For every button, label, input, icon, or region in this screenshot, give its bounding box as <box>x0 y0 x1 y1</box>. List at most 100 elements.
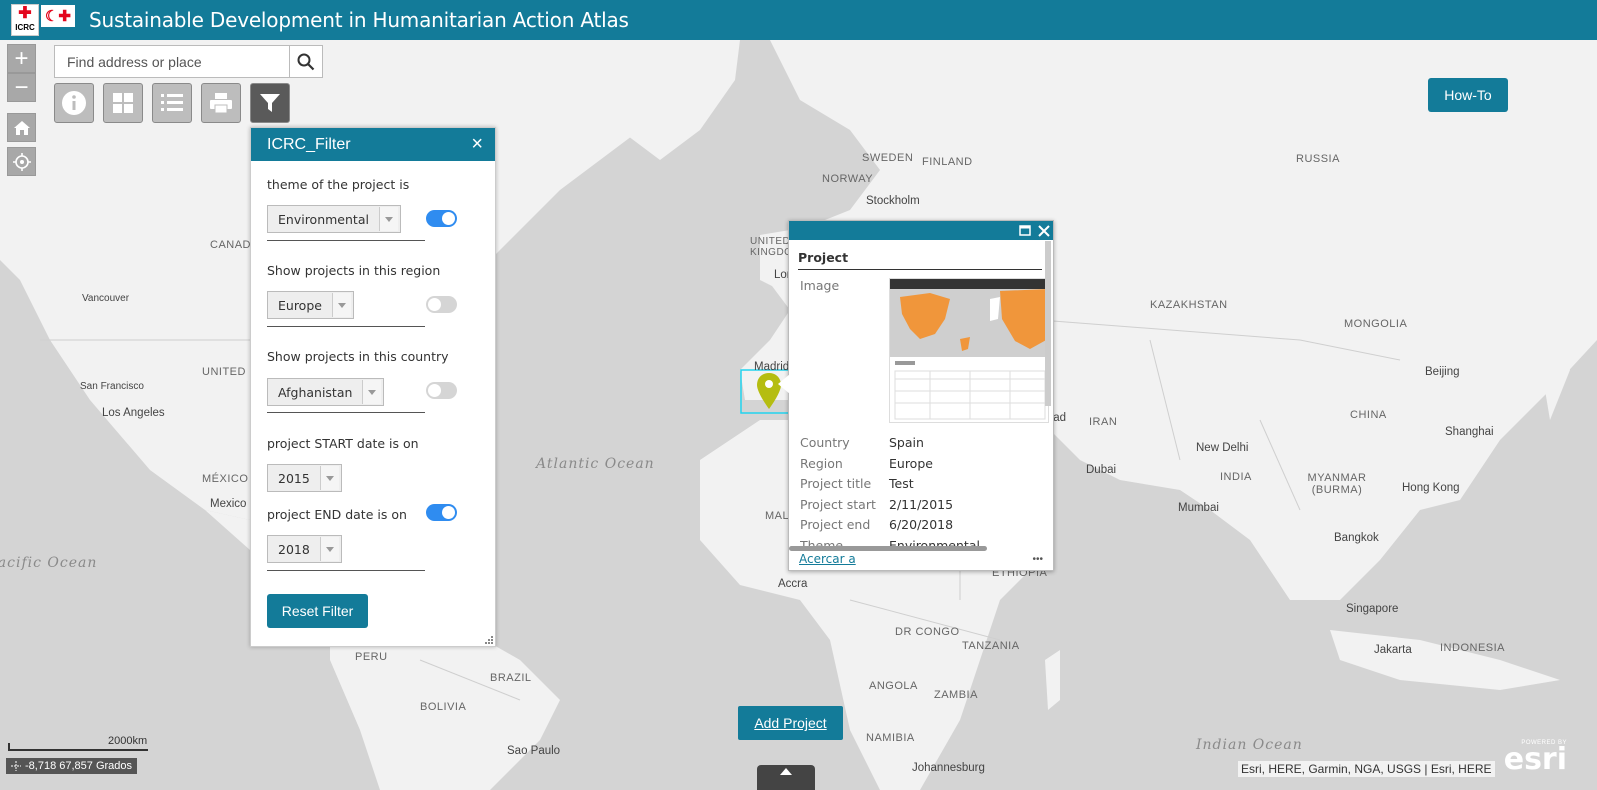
map-label-country: TANZANIA <box>962 640 1020 652</box>
theme-toggle[interactable] <box>426 210 457 227</box>
map-label-country: NORWAY <box>822 173 874 185</box>
add-project-button[interactable]: Add Project <box>738 706 843 740</box>
region-select[interactable]: Europe <box>267 291 354 319</box>
info-icon <box>62 91 86 115</box>
bottom-panel-toggle[interactable] <box>757 765 815 790</box>
map-label-country: KAZAKHSTAN <box>1150 299 1228 311</box>
home-button[interactable] <box>7 113 36 142</box>
reset-filter-button[interactable]: Reset Filter <box>267 594 368 628</box>
basemap-gallery-icon <box>113 93 133 113</box>
layer-list-button[interactable] <box>152 83 192 123</box>
filter-panel-header: ICRC_Filter × <box>251 128 495 161</box>
zoom-to-link[interactable]: Acercar a <box>799 552 856 566</box>
project-thumbnail-image[interactable] <box>889 278 1049 423</box>
map-label-city: Singapore <box>1346 603 1399 615</box>
map-label-country: INDIA <box>1220 471 1252 483</box>
chevron-down-icon <box>319 537 339 561</box>
scale-label: 2000km <box>108 735 148 747</box>
about-button[interactable] <box>54 83 94 123</box>
map-label-country: SWEDEN <box>862 152 914 164</box>
filter-button[interactable] <box>250 83 290 123</box>
map-label-country: RUSSIA <box>1296 153 1340 165</box>
filter-panel-title: ICRC_Filter <box>267 135 351 153</box>
map-label-city: Johannesburg <box>912 762 985 774</box>
map-label-ocean: Pacific Ocean <box>0 555 98 571</box>
divider <box>267 240 425 241</box>
end-year-select[interactable]: 2018 <box>267 535 342 563</box>
map-label-country: IRAN <box>1089 416 1118 428</box>
divider <box>267 412 425 413</box>
country-toggle[interactable] <box>426 382 457 399</box>
chevron-down-icon <box>331 293 351 317</box>
map-label-country: BRAZIL <box>490 672 532 684</box>
close-icon[interactable] <box>1038 224 1050 237</box>
popup-field-start: Project start 2/11/2015 <box>800 497 954 512</box>
divider <box>267 326 425 327</box>
chevron-down-icon <box>378 207 398 231</box>
search-button[interactable] <box>289 46 322 77</box>
coordinates-readout: -8,718 67,857 Grados <box>6 758 138 774</box>
map-label-country: MONGOLIA <box>1344 318 1408 330</box>
zoom-out-button[interactable]: − <box>7 73 36 102</box>
icrc-logo: ✚ ICRC ☾✚ <box>11 4 75 36</box>
map-label-city: Mexico <box>210 498 247 510</box>
maximize-icon[interactable] <box>1019 225 1031 236</box>
popup-scrollbar[interactable] <box>1045 241 1051 406</box>
map-label-country: DR CONGO <box>895 626 960 638</box>
coordinates-text: -8,718 67,857 Grados <box>25 760 133 772</box>
popup-field-title: Project title Test <box>800 476 914 491</box>
end-date-toggle[interactable] <box>426 504 457 521</box>
map-label-ocean: Indian Ocean <box>1196 737 1303 753</box>
divider <box>798 269 1042 270</box>
map-label-city: Sao Paulo <box>507 745 561 757</box>
country-select[interactable]: Afghanistan <box>267 378 385 406</box>
print-button[interactable] <box>201 83 241 123</box>
map-label-city: Jakarta <box>1374 644 1412 656</box>
close-icon[interactable]: × <box>471 133 483 156</box>
map-label-city: Beijing <box>1425 366 1460 378</box>
map-label-country: MÉXICO <box>202 473 249 485</box>
start-year-select[interactable]: 2015 <box>267 464 342 492</box>
map-label-city: New Delhi <box>1196 442 1249 454</box>
resize-handle-icon[interactable] <box>485 636 493 644</box>
search-input[interactable] <box>55 46 289 77</box>
project-map-thumbnail <box>890 279 1048 420</box>
theme-select[interactable]: Environmental <box>267 205 401 233</box>
popup-pointer <box>778 374 790 394</box>
search-icon <box>297 53 315 70</box>
map-label-city: Los Angeles <box>102 407 165 419</box>
filter-panel: ICRC_Filter × theme of the project is En… <box>250 127 496 647</box>
app-title: Sustainable Development in Humanitarian … <box>89 8 629 32</box>
map-label-country: PERU <box>355 651 388 663</box>
basemap-gallery-button[interactable] <box>103 83 143 123</box>
filter-label-start-date: project START date is on <box>267 436 419 451</box>
popup-field-country: Country Spain <box>800 435 924 450</box>
chevron-up-icon <box>780 768 792 775</box>
app-header: ✚ ICRC ☾✚ Sustainable Development in Hum… <box>0 0 1597 40</box>
map-label-city: Madrid <box>754 361 790 373</box>
map-label-city: San Francisco <box>80 381 144 392</box>
popup-titlebar <box>789 221 1053 240</box>
popup-image-label: Image <box>800 278 840 293</box>
divider <box>267 570 425 571</box>
chevron-down-icon <box>319 466 339 490</box>
map-label-country: UNITED KINGDOM <box>750 236 802 258</box>
scale-bar: 2000km <box>8 735 148 751</box>
crosshair-icon[interactable] <box>11 761 21 771</box>
zoom-in-button[interactable]: + <box>7 44 36 73</box>
red-crescent-cross-logo: ☾✚ <box>41 5 75 27</box>
map-label-country: FINLAND <box>922 156 973 168</box>
how-to-button[interactable]: How-To <box>1428 78 1508 112</box>
map-label-country: BOLIVIA <box>420 701 467 713</box>
layer-list-icon <box>161 94 183 111</box>
filter-label-end-date: project END date is on <box>267 507 407 522</box>
locate-button[interactable] <box>7 147 36 176</box>
popup-field-end: Project end 6/20/2018 <box>800 517 954 532</box>
map-label-city: Vancouver <box>82 293 130 304</box>
map-label-city: Accra <box>778 578 808 590</box>
popup-field-theme: Theme Environmental <box>800 538 980 546</box>
region-toggle[interactable] <box>426 296 457 313</box>
search-box <box>54 45 323 78</box>
more-options-icon[interactable]: ••• <box>1032 554 1043 565</box>
map-label-country: ANGOLA <box>869 680 918 692</box>
